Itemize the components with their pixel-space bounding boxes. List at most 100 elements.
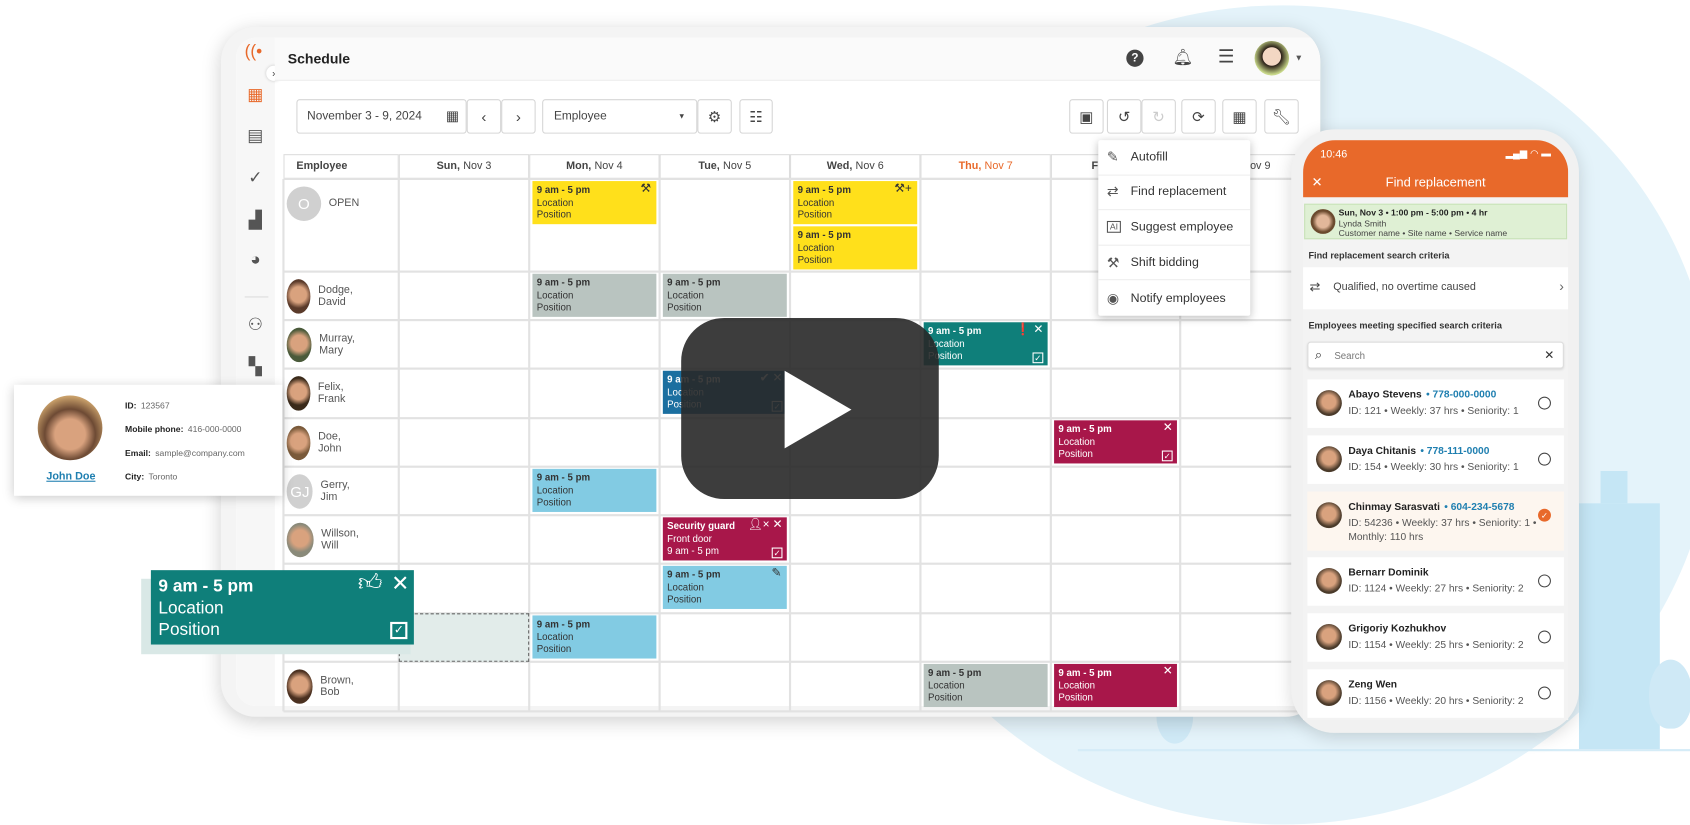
list-icon[interactable]: ☰ [1218,46,1234,68]
candidate-name: Abayo Stevens • 778-000-0000 [1348,389,1496,401]
employees-icon[interactable]: ⚇ [245,315,267,337]
employee-row-header[interactable]: GJ Gerry, Jim [286,467,358,516]
shift-card[interactable]: 9 am - 5 pm Location Position ✕ ✓ [1054,420,1177,464]
radio-button[interactable] [1538,630,1551,644]
search-placeholder: Search [1334,350,1366,362]
tools-button[interactable]: 🔧︎ [1264,99,1299,134]
user-avatar[interactable] [1254,40,1290,76]
next-week-button[interactable]: › [501,99,536,134]
close-icon[interactable]: ✕ [773,519,783,531]
checkbox-icon[interactable]: ✓ [1161,450,1173,462]
shift-summary-name: Lynda Smith [1338,218,1387,229]
radio-button[interactable] [1538,452,1551,466]
checkbox-icon[interactable]: ✓ [771,547,783,559]
close-icon[interactable]: ✕ [1163,422,1173,434]
shift-card[interactable]: 9 am - 5 pm Location Position [923,663,1048,708]
calendar-edit-icon: ▦ [1232,107,1247,125]
bar-chart-icon[interactable]: ▟ [245,210,267,232]
column-header-day[interactable]: Thu, Nov 7 [920,154,1051,179]
employee-row-header[interactable]: Felix, Frank [286,369,357,418]
schedule-grid-icon[interactable]: ▦ [245,85,267,107]
column-header-day[interactable]: Wed, Nov 6 [790,154,921,179]
candidate-phone[interactable]: • 778-111-0000 [1420,445,1489,457]
refresh-button[interactable]: ⟳ [1181,99,1216,134]
gavel-plus-icon[interactable]: ⚒+ [894,183,912,195]
filter-button[interactable]: ☷ [739,99,773,134]
help-icon[interactable]: ? [1126,49,1144,67]
candidate-list-item[interactable]: Abayo Stevens • 778-000-0000 ID: 121 • Wee… [1307,379,1564,428]
undo-button[interactable]: ↺ [1106,99,1142,134]
day-of-week: Tue, [698,160,720,173]
shift-card[interactable]: 9 am - 5 pm Location Position [662,273,787,317]
shift-card[interactable]: 9 am - 5 pm Location Position ⚒+ [793,181,918,225]
candidate-list-item[interactable]: Zeng Wen ID: 1156 • Weekly: 20 hrs • Seni… [1307,669,1564,718]
menu-item-autofill[interactable]: ✎ Autofill [1098,140,1251,176]
candidate-list-item[interactable]: Grigoriy Kozhukhov ID: 1154 • Weekly: 25 … [1307,613,1564,662]
employee-row-header[interactable]: O OPEN [286,179,359,228]
menu-item-suggest-employee[interactable]: AI Suggest employee [1098,210,1251,246]
menu-item-notify-employees[interactable]: ◉ Notify employees [1098,281,1250,316]
redo-button[interactable]: ↻ [1141,99,1176,134]
radio-button[interactable] [1538,686,1551,700]
criteria-row[interactable]: ⇄ Qualified, no overtime caused › [1303,267,1569,310]
gavel-icon[interactable]: ⚒ [640,183,651,195]
candidate-phone[interactable]: • 778-000-0000 [1426,389,1496,401]
clear-search-icon[interactable]: ✕ [1544,348,1554,362]
video-play-button[interactable] [681,317,939,500]
candidate-list-item[interactable]: Daya Chitanis • 778-111-0000 ID: 154 • Wee… [1307,435,1564,484]
employee-row-header[interactable]: Dodge, David [286,272,364,321]
view-select[interactable]: Employee ▼ [542,99,698,134]
pie-chart-icon[interactable]: ◕ [245,250,267,272]
close-icon[interactable]: ✕ [391,573,409,595]
date-range-picker[interactable]: November 3 - 9, 2024 ▦ [296,99,467,134]
candidate-meta: ID: 121 • Weekly: 37 hrs • Seniority: 1 [1348,405,1519,418]
candidate-phone[interactable]: • 604-234-5678 [1444,501,1514,513]
shift-card[interactable]: 9 am - 5 pm Location Position ✎ [662,565,787,609]
shift-card[interactable]: 9 am - 5 pm Location Position [532,468,657,512]
menu-item-find-replacement[interactable]: ⇄ Find replacement [1098,175,1251,211]
column-header-day[interactable]: Tue, Nov 5 [659,154,791,179]
shift-card[interactable]: 9 am - 5 pm Location Position [532,273,657,317]
employee-row-header[interactable]: Brown, Bob [286,662,363,711]
column-header-day[interactable]: Mon, Nov 4 [529,154,660,179]
settings-button[interactable]: ⚙ [697,99,732,134]
employee-row-header[interactable]: Doe, John [286,418,352,467]
candidate-list-item[interactable]: Chinmay Sarasvati • 604-234-5678 ID: 54236… [1307,491,1564,551]
alert-icon[interactable]: ❗ [1016,324,1031,336]
dragged-shift-card[interactable]: 9 am - 5 pm Location Position 👍︎ ✕ ✓ [150,570,414,645]
employee-row-header[interactable]: Willson, Will [286,515,367,564]
chevron-down-icon[interactable]: ▼ [1294,53,1303,63]
checkbox-icon[interactable]: ✓ [390,621,408,640]
person-remove-icon[interactable]: 👤︎× [748,519,770,531]
save-button[interactable]: ▣ [1069,99,1104,134]
candidate-list-item[interactable]: Bernarr Dominik ID: 1124 • Weekly: 27 hrs… [1307,557,1564,606]
column-header-day[interactable]: Sun, Nov 3 [398,154,530,179]
radio-button[interactable] [1538,396,1551,410]
shift-detail: Front door [667,532,712,544]
map-icon[interactable]: ▚ [245,357,267,379]
shift-time: 9 am - 5 pm [927,667,982,678]
bell-icon[interactable]: 🔔︎ [1173,47,1194,67]
clipboard-check-icon[interactable]: ✓ [245,168,267,190]
calendar-icon[interactable]: ▦ [446,108,459,125]
shift-card[interactable]: 9 am - 5 pm Location Position ✕ [1054,663,1177,708]
menu-item-shift-bidding[interactable]: ⚒ Shift bidding [1098,246,1251,281]
calendar-clock-icon[interactable]: ▤ [245,126,267,148]
previous-week-button[interactable]: ‹ [466,99,502,134]
close-icon[interactable]: ✕ [1033,324,1043,336]
shift-card[interactable]: 9 am - 5 pm Location Position [793,226,918,270]
profile-name-link[interactable]: John Doe [46,471,95,483]
calendar-edit-button[interactable]: ▦ [1222,99,1257,134]
shift-card[interactable]: 9 am - 5 pm Location Position [532,615,657,659]
checkbox-icon[interactable]: ✓ [1032,352,1044,364]
employee-row-header[interactable]: Murray, Mary [286,320,365,369]
shift-card[interactable]: Security guard Front door 9 am - 5 pm 👤︎× ✕ ✓ [662,517,787,561]
radio-button[interactable] [1538,574,1551,588]
thumbs-up-icon[interactable]: 👍︎ [358,571,383,595]
shift-card[interactable]: 9 am - 5 pm Location Position ❗ ✕ ✓ [923,322,1048,366]
selected-radio-icon[interactable]: ✓ [1538,508,1551,522]
search-input[interactable]: ⌕ Search ✕ [1307,341,1564,369]
edit-icon[interactable]: ✎ [771,567,781,580]
close-icon[interactable]: ✕ [1163,666,1173,678]
shift-card[interactable]: 9 am - 5 pm Location Position ⚒ [532,181,657,225]
